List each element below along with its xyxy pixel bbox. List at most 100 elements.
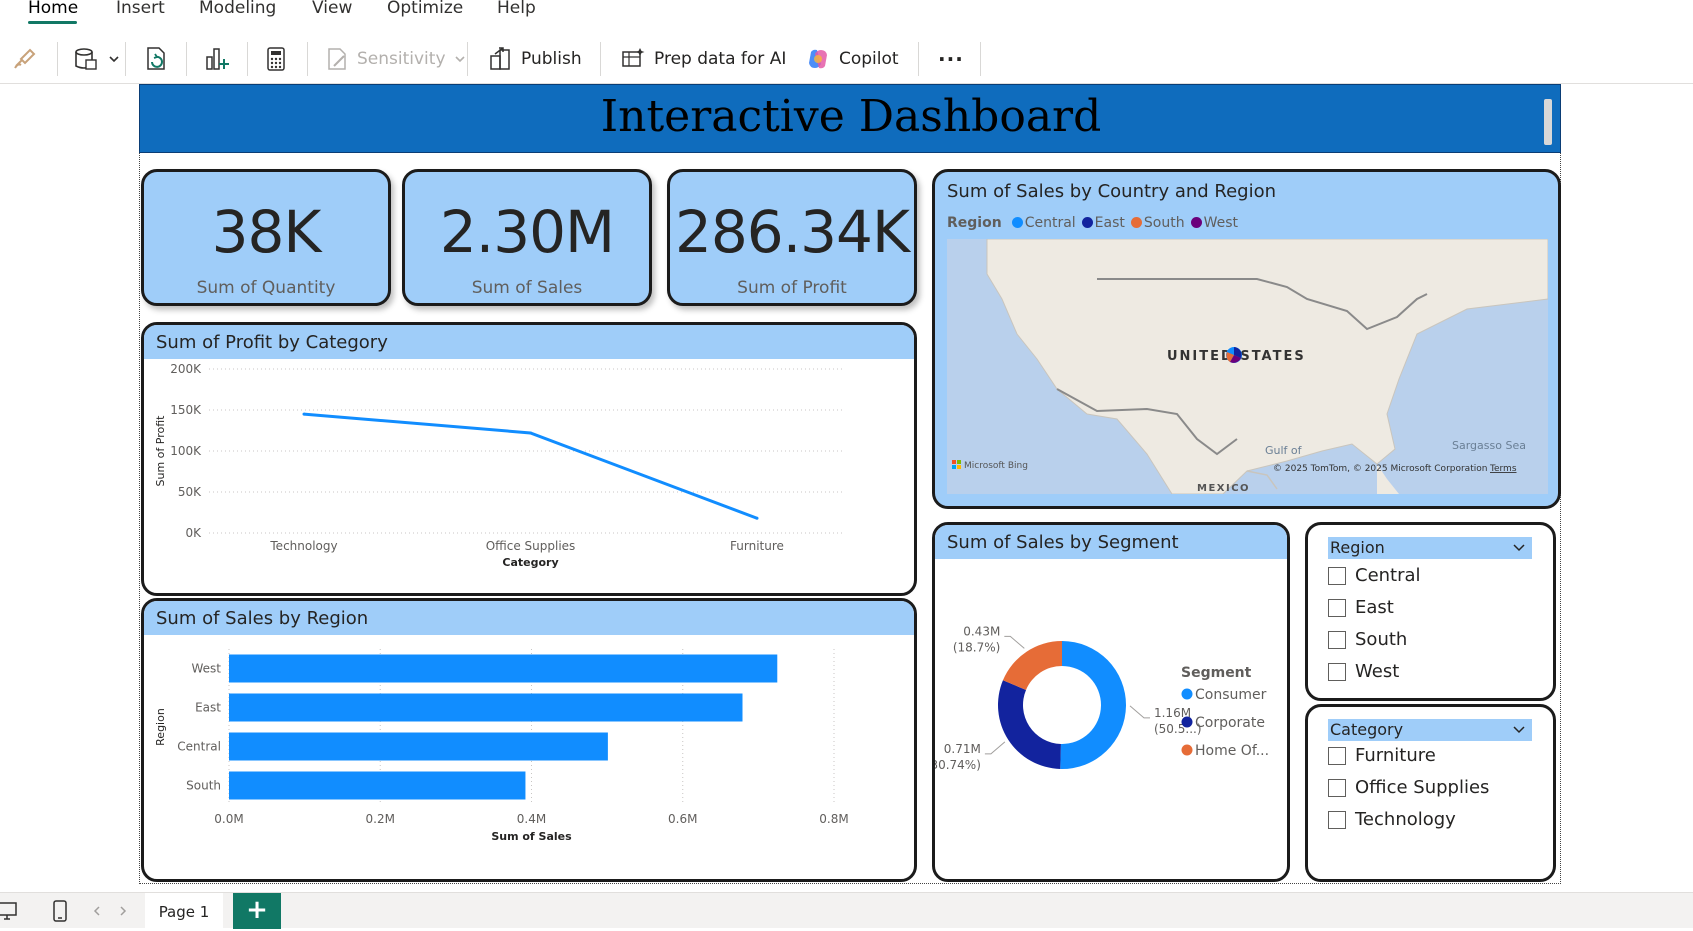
region-slicer[interactable]: Region Central East South West: [1305, 522, 1556, 701]
legend-label: Central: [1024, 215, 1076, 231]
category-slicer[interactable]: Category Furniture Office Supplies Techn…: [1305, 704, 1556, 882]
chevron-right-icon[interactable]: [118, 905, 128, 917]
sales-by-segment-panel[interactable]: Sum of Sales by Segment 1.16M (50.5...) 0.…: [932, 522, 1290, 882]
profit-point: [302, 412, 306, 416]
slicer-option-technology[interactable]: Technology: [1328, 809, 1456, 830]
quantity-label: Sum of Quantity: [196, 278, 336, 298]
toolbar-divider: [918, 42, 919, 76]
segment-slice: [1060, 641, 1126, 769]
segment-slice: [1002, 641, 1062, 690]
slicer-option-east[interactable]: East: [1328, 597, 1394, 618]
legend-dot: [1181, 716, 1193, 728]
y-tick-label: East: [195, 701, 221, 715]
panel-header: Sum of Sales by Region: [144, 601, 914, 635]
legend-dot: [1181, 688, 1193, 700]
category-slicer-header[interactable]: Category: [1328, 719, 1532, 741]
segment-slice: [998, 680, 1061, 769]
panel-header: Sum of Sales by Segment: [935, 525, 1287, 559]
new-visual-button[interactable]: [203, 36, 231, 82]
x-axis-title: Sum of Sales: [491, 830, 572, 843]
menu-modeling[interactable]: Modeling: [199, 0, 276, 18]
chevron-down-icon: [1513, 544, 1525, 552]
sales-map-panel[interactable]: Sum of Sales by Country and Region Regio…: [932, 169, 1561, 509]
paintbrush-icon: [14, 48, 36, 69]
checkbox[interactable]: [1328, 810, 1346, 829]
region-bar: [229, 654, 778, 683]
menu-insert[interactable]: Insert: [116, 0, 165, 18]
category-slicer-title: Category: [1330, 720, 1404, 739]
menu-optimize[interactable]: Optimize: [387, 0, 463, 18]
new-measure-button[interactable]: [264, 36, 288, 82]
copilot-icon: [809, 49, 827, 69]
slicer-option-west[interactable]: West: [1328, 661, 1399, 682]
menu-home[interactable]: Home: [28, 0, 78, 18]
region-slicer-title: Region: [1330, 538, 1385, 557]
get-data-button[interactable]: [72, 36, 120, 82]
refresh-button[interactable]: [143, 36, 169, 82]
toolbar-divider: [125, 42, 126, 76]
slicer-option-furniture[interactable]: Furniture: [1328, 745, 1436, 766]
publish-button[interactable]: Publish: [487, 36, 582, 82]
checkbox[interactable]: [1328, 778, 1346, 797]
profit-label: Sum of Profit: [737, 278, 847, 298]
checkbox[interactable]: [1328, 746, 1346, 765]
checkbox[interactable]: [1328, 598, 1346, 617]
terms-link[interactable]: Terms: [1489, 464, 1517, 474]
scrollbar[interactable]: [1544, 99, 1552, 145]
option-label: Technology: [1355, 809, 1456, 830]
slice-value-label: 0.71M: [944, 742, 981, 756]
chevron-left-icon[interactable]: [92, 905, 102, 917]
legend-dot: [1130, 217, 1142, 228]
map-canvas[interactable]: UNITED STATES Gulf of MEXICO Sargasso Se…: [947, 239, 1548, 494]
slicer-option-central[interactable]: Central: [1328, 565, 1421, 586]
sales-card[interactable]: 2.30M Sum of Sales: [402, 169, 652, 306]
mobile-view-icon[interactable]: [52, 899, 68, 923]
legend-item-central[interactable]: Central: [1011, 215, 1076, 231]
profit-point: [755, 516, 759, 520]
sales-label: Sum of Sales: [471, 278, 583, 298]
legend-item-east[interactable]: East: [1081, 215, 1125, 231]
x-tick-label: Office Supplies: [486, 539, 576, 553]
page-tab[interactable]: Page 1: [145, 893, 223, 929]
toolbar-divider: [247, 42, 248, 76]
copilot-button[interactable]: Copilot: [805, 36, 899, 82]
leader-line: [1129, 705, 1150, 719]
menu-help[interactable]: Help: [497, 0, 536, 18]
y-tick-label: Central: [177, 740, 221, 754]
chevron-down-icon: [454, 56, 465, 63]
slicer-option-south[interactable]: South: [1328, 629, 1407, 650]
y-tick-label: 200K: [170, 362, 202, 376]
sensitivity-button[interactable]: Sensitivity: [325, 36, 466, 82]
toolbar-divider: [467, 42, 468, 76]
sales-pie-marker[interactable]: [1226, 347, 1242, 363]
format-painter-button[interactable]: [12, 36, 38, 82]
profit-by-category-panel[interactable]: Sum of Profit by Category 0K 50K 100K 150K 2…: [141, 322, 917, 596]
profit-point: [529, 431, 532, 435]
profit-card[interactable]: 286.34K Sum of Profit: [667, 169, 917, 306]
region-slicer-header[interactable]: Region: [1328, 537, 1532, 559]
quantity-card[interactable]: 38K Sum of Quantity: [141, 169, 391, 306]
y-axis-title: Region: [154, 708, 167, 746]
toolbar: Sensitivity Publish Prep data for AI Cop…: [0, 36, 1693, 82]
legend-item-west[interactable]: West: [1190, 215, 1238, 231]
prep-data-icon: [622, 48, 645, 67]
legend-dot: [1081, 217, 1093, 228]
legend-dot: [1011, 217, 1023, 228]
legend-dot: [1181, 744, 1193, 756]
legend-item-south[interactable]: South: [1130, 215, 1185, 231]
menu-view[interactable]: View: [312, 0, 352, 18]
checkbox[interactable]: [1328, 630, 1346, 649]
checkbox[interactable]: [1328, 566, 1346, 585]
segment-legend-label: Corporate: [1195, 715, 1265, 731]
checkbox[interactable]: [1328, 662, 1346, 681]
panel-header: Sum of Profit by Category: [144, 325, 914, 359]
add-page-button[interactable]: +: [233, 893, 281, 929]
prep-data-button[interactable]: Prep data for AI: [620, 36, 786, 82]
slicer-option-office-supplies[interactable]: Office Supplies: [1328, 777, 1489, 798]
publish-icon: [490, 47, 510, 70]
desktop-view-icon[interactable]: [0, 901, 20, 921]
toolbar-divider: [307, 42, 308, 76]
sales-by-region-panel[interactable]: Sum of Sales by Region 0.0M 0.2M 0.4M 0.6M 0…: [141, 598, 917, 882]
region-bar: [229, 771, 526, 800]
more-options-button[interactable]: ···: [938, 36, 964, 82]
